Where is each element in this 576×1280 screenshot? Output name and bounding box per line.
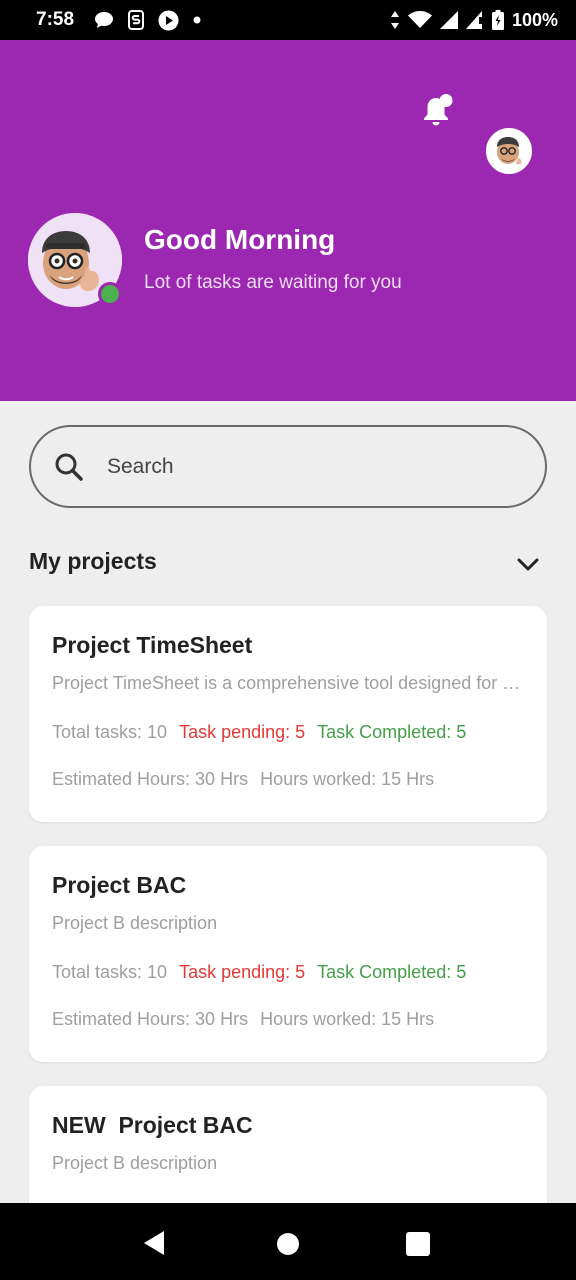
project-card[interactable]: Project TimeSheet Project TimeSheet is a…: [29, 606, 547, 822]
profile-avatar-small[interactable]: [486, 128, 532, 174]
chevron-down-icon[interactable]: [514, 551, 542, 579]
project-title: Project BAC: [52, 872, 187, 898]
signal-alt-icon: [465, 11, 484, 29]
project-hours: Estimated Hours: 30 Hrs Hours worked: 15…: [52, 769, 524, 790]
status-time: 7:58: [36, 9, 75, 30]
project-card[interactable]: Project BAC Project B description Total …: [29, 846, 547, 1062]
home-icon[interactable]: [277, 1233, 299, 1255]
estimated-hours: Estimated Hours: 30 Hrs: [52, 1009, 249, 1029]
s-app-icon: [128, 10, 145, 30]
dot-icon: [193, 16, 201, 24]
tasks-completed: Task Completed: 5: [317, 962, 467, 982]
project-task-stats: Total tasks: 10 Task pending: 5 Task Com…: [52, 962, 524, 983]
project-description: Project B description: [52, 913, 218, 933]
hours-worked: Hours worked: 15 Hrs: [260, 1009, 435, 1029]
project-task-stats: Total tasks: 10 Task pending: 5 Task Com…: [52, 722, 524, 743]
project-description: Project B description: [52, 1153, 218, 1173]
tasks-completed: Task Completed: 5: [317, 722, 467, 742]
online-status-indicator: [98, 282, 122, 306]
search-input[interactable]: [107, 454, 507, 479]
wifi-icon: [407, 11, 432, 29]
greeting-title: Good Morning: [144, 224, 336, 255]
status-bar: 7:58 100%: [0, 0, 576, 40]
search-bar[interactable]: [29, 425, 547, 508]
hours-worked: Hours worked: 15 Hrs: [260, 769, 435, 789]
system-status: 100%: [390, 10, 558, 31]
recents-icon[interactable]: [406, 1232, 430, 1256]
data-arrows-icon: [390, 11, 400, 29]
notifications-bell-icon[interactable]: [418, 92, 454, 128]
project-description: Project TimeSheet is a comprehensive too…: [52, 673, 524, 693]
greeting-subtitle: Lot of tasks are waiting for you: [144, 272, 402, 293]
project-title: NEW Project BAC: [52, 1112, 253, 1138]
search-icon: [53, 451, 85, 483]
notification-icons: [94, 10, 201, 31]
signal-icon: [439, 11, 458, 29]
tasks-pending: Task pending: 5: [179, 722, 306, 742]
projects-section-title: My projects: [29, 548, 157, 574]
battery-icon: [491, 10, 504, 30]
project-title: Project TimeSheet: [52, 632, 253, 658]
total-tasks: Total tasks: 10: [52, 722, 168, 742]
play-icon: [158, 10, 179, 31]
total-tasks: Total tasks: 10: [52, 962, 168, 982]
tasks-pending: Task pending: 5: [179, 962, 306, 982]
system-navigation-bar: [0, 1203, 576, 1280]
estimated-hours: Estimated Hours: 30 Hrs: [52, 769, 249, 789]
back-icon[interactable]: [142, 1230, 166, 1261]
project-hours: Estimated Hours: 30 Hrs Hours worked: 15…: [52, 1009, 524, 1030]
battery-percentage: 100%: [511, 9, 558, 30]
chat-bubble-icon: [94, 11, 114, 29]
